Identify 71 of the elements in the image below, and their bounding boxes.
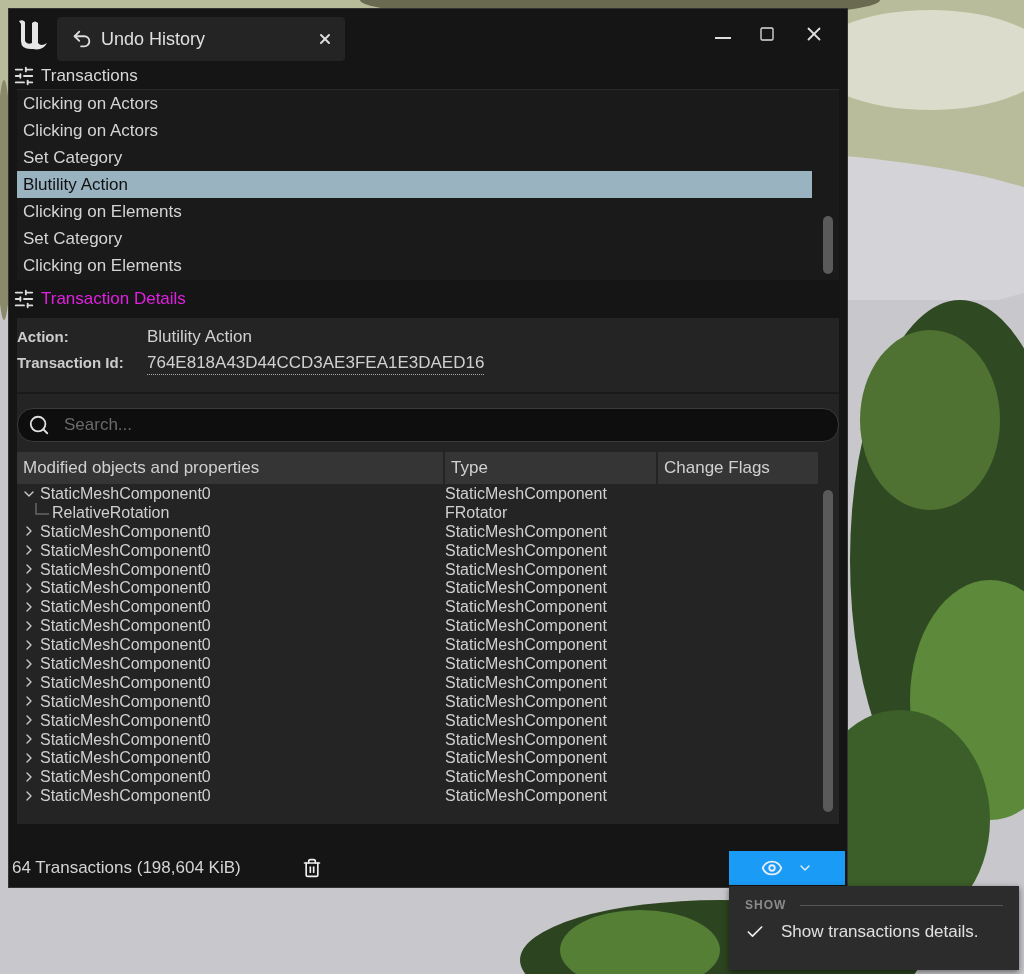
menu-section-title: SHOW xyxy=(745,898,787,912)
trash-button[interactable] xyxy=(302,858,322,878)
object-name: StaticMeshComponent0 xyxy=(40,578,211,598)
transaction-item[interactable]: Clicking on Elements xyxy=(17,198,812,225)
type-cell-text: StaticMeshComponent xyxy=(445,635,608,655)
object-name: StaticMeshComponent0 xyxy=(40,672,211,692)
transaction-item[interactable]: Clicking on Actors xyxy=(17,117,812,144)
sliders-icon xyxy=(13,65,35,87)
sliders-icon xyxy=(13,288,35,310)
object-name: StaticMeshComponent0 xyxy=(40,597,211,617)
object-name: StaticMeshComponent0 xyxy=(40,521,211,541)
view-options-button[interactable] xyxy=(729,851,845,885)
type-cell-text: StaticMeshComponent xyxy=(445,654,608,673)
type-cell-text: StaticMeshComponent xyxy=(445,748,608,768)
transaction-summary: 64 Transactions (198,604 KiB) xyxy=(12,858,242,878)
logo-icon xyxy=(17,17,49,51)
object-name: StaticMeshComponent0 xyxy=(40,654,211,673)
type-cell-text: StaticMeshComponent xyxy=(445,710,608,730)
type-cell-text: StaticMeshComponent xyxy=(445,597,608,617)
object-name: StaticMeshComponent0 xyxy=(40,540,211,560)
type-cell-text: StaticMeshComponent xyxy=(445,672,608,692)
trash-icon xyxy=(302,858,322,878)
section-title: Transactions xyxy=(41,66,138,86)
maximize-icon xyxy=(759,26,775,42)
object-name: StaticMeshComponent0 xyxy=(40,710,211,730)
field-label: Action: xyxy=(17,327,70,347)
search-bar[interactable]: Search... xyxy=(17,408,839,442)
type-cell-text: StaticMeshComponent xyxy=(445,559,608,579)
menu-item[interactable]: Show transactions details. xyxy=(745,922,1003,942)
object-name: StaticMeshComponent0 xyxy=(40,786,211,806)
type-cell-text: StaticMeshComponent xyxy=(445,578,608,598)
type-cell-text: StaticMeshComponent xyxy=(445,691,608,711)
object-name: StaticMeshComponent0 xyxy=(40,748,211,768)
window-tab[interactable]: Undo History xyxy=(57,17,345,61)
object-name: StaticMeshComponent0 xyxy=(40,484,211,503)
type-cell-text: StaticMeshComponent xyxy=(445,540,608,560)
column-header[interactable]: Type xyxy=(445,452,656,484)
transaction-item[interactable]: Set Category xyxy=(17,225,812,252)
field-label: Transaction Id: xyxy=(17,353,125,373)
field-value: 764E818A43D44CCD3AE3FEA1E3DAED16 xyxy=(147,352,485,375)
object-name: StaticMeshComponent0 xyxy=(40,559,211,579)
object-name: StaticMeshComponent0 xyxy=(40,691,211,711)
type-cell-text: StaticMeshComponent xyxy=(445,616,608,636)
transaction-item[interactable]: Set Category xyxy=(17,144,812,171)
field-value: Blutility Action xyxy=(147,326,252,348)
type-cell-text: StaticMeshComponent xyxy=(445,484,608,503)
object-name: StaticMeshComponent0 xyxy=(40,635,211,655)
type-cell-text: StaticMeshComponent xyxy=(445,767,608,787)
section-title: Transaction Details xyxy=(41,289,186,309)
column-header[interactable]: Modified objects and properties xyxy=(17,452,443,484)
transaction-item[interactable]: Clicking on Elements xyxy=(17,252,812,279)
object-name: StaticMeshComponent0 xyxy=(40,767,211,787)
transaction-item[interactable]: Blutility Action xyxy=(17,171,812,198)
tree-line-icon xyxy=(35,502,49,515)
tab-title: Undo History xyxy=(101,28,207,50)
object-name: StaticMeshComponent0 xyxy=(40,616,211,636)
undo-icon xyxy=(71,28,93,50)
scrollbar-thumb[interactable] xyxy=(823,490,833,812)
type-cell-text: FRotator xyxy=(445,502,509,522)
close-icon xyxy=(317,31,333,47)
transaction-item[interactable]: Clicking on Actors xyxy=(17,90,812,117)
type-cell-text: StaticMeshComponent xyxy=(445,729,608,749)
column-header[interactable]: Change Flags xyxy=(658,452,818,484)
object-name: StaticMeshComponent0 xyxy=(40,729,211,749)
close-tab-button[interactable] xyxy=(317,31,333,47)
scrollbar-thumb[interactable] xyxy=(823,216,833,274)
search-icon xyxy=(28,414,50,436)
minimize-icon xyxy=(715,37,731,39)
type-cell-text: StaticMeshComponent xyxy=(445,786,608,806)
type-cell-text: StaticMeshComponent xyxy=(445,521,608,541)
object-name: RelativeRotation xyxy=(52,502,170,522)
